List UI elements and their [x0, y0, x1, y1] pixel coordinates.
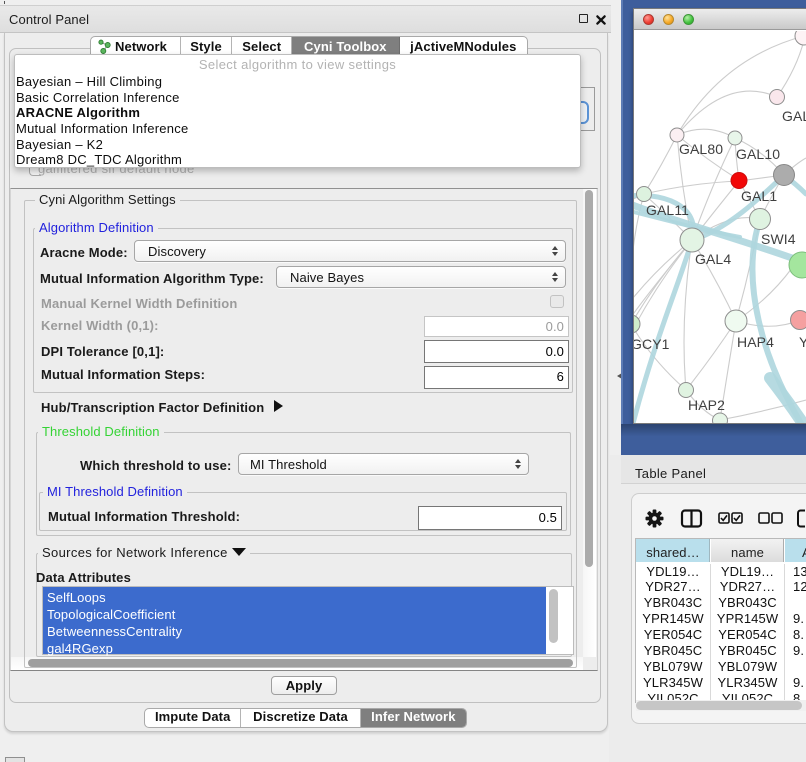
svg-text:GAL10: GAL10: [736, 146, 780, 162]
svg-text:GAL: GAL: [782, 108, 806, 124]
svg-text:HAP4: HAP4: [737, 334, 774, 350]
svg-text:Y: Y: [799, 334, 806, 350]
svg-text:GAL11: GAL11: [646, 202, 689, 218]
svg-text:SWI4: SWI4: [761, 231, 796, 247]
svg-text:GAL1: GAL1: [741, 188, 777, 204]
svg-text:GAL80: GAL80: [679, 141, 723, 157]
svg-text:HAP2: HAP2: [688, 397, 725, 413]
svg-text:GAL4: GAL4: [695, 251, 731, 267]
svg-text:GCY1: GCY1: [634, 336, 670, 352]
